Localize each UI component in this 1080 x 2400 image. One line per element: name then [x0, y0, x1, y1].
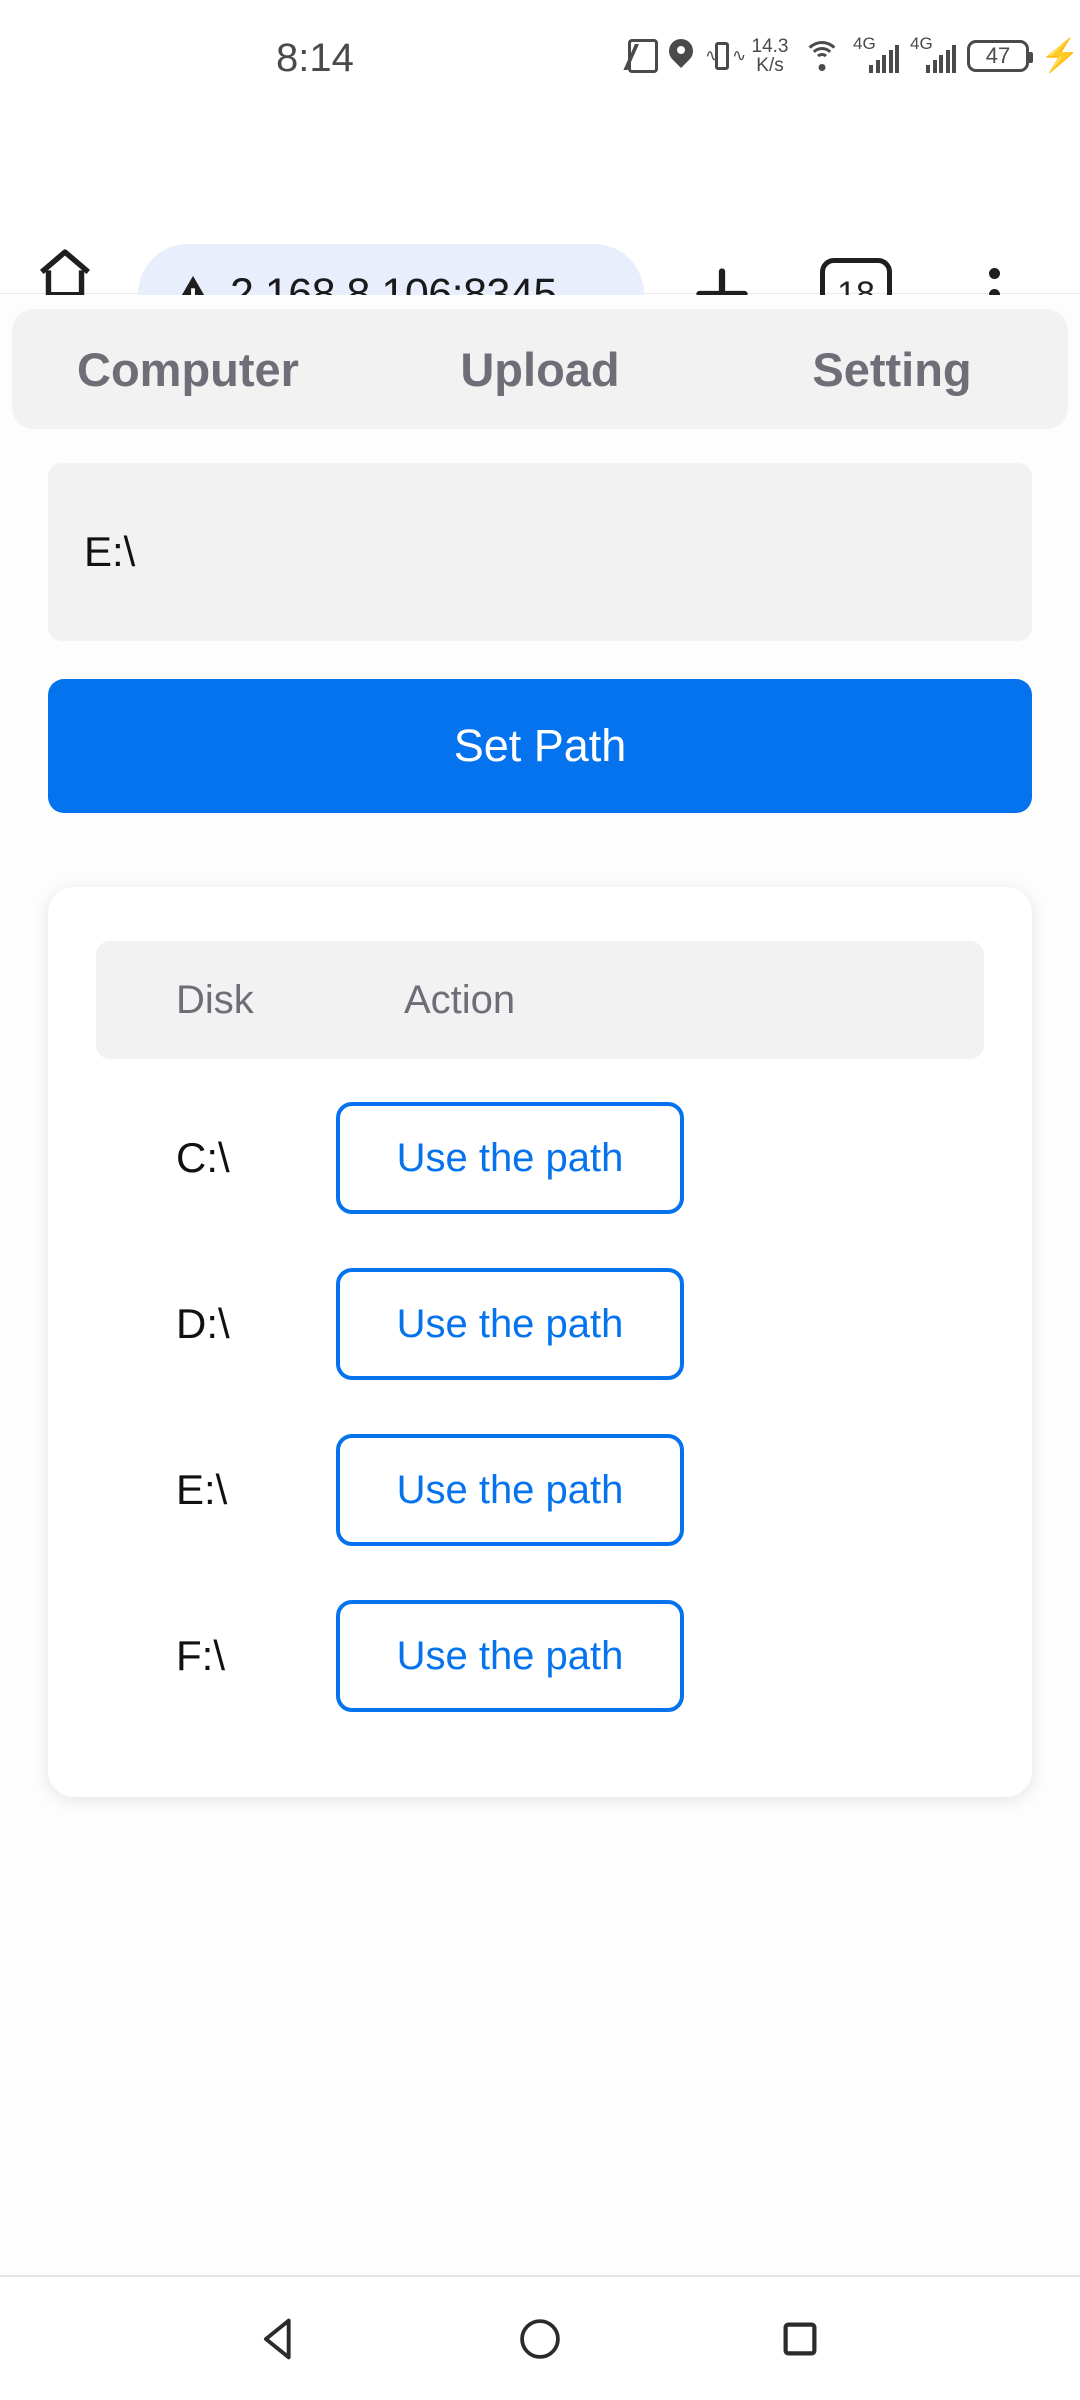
use-the-path-button[interactable]: Use the path	[336, 1434, 684, 1546]
signal-icon-sim2: 4G	[910, 35, 956, 75]
signal-icon-sim1: 4G	[853, 35, 899, 75]
charging-bolt-icon: ⚡	[1040, 37, 1080, 73]
browser-toolbar: 2.168.8.106:8345 18	[0, 100, 1080, 344]
set-path-button[interactable]: Set Path	[48, 679, 1032, 813]
column-header-action: Action	[404, 977, 516, 1022]
status-bar-icons: ∿ ∿ 14.3 K/s 4G 4G 47 ⚡	[628, 30, 1080, 82]
table-row: C:\ Use the path	[48, 1075, 1032, 1241]
disk-label: E:\	[176, 1466, 228, 1513]
wifi-icon	[802, 39, 842, 73]
table-row: F:\ Use the path	[48, 1573, 1032, 1739]
web-page-content: Computer Upload Setting E:\ Set Path Dis…	[0, 295, 1080, 2275]
recents-square-icon[interactable]	[760, 2299, 840, 2379]
back-triangle-icon[interactable]	[240, 2299, 320, 2379]
tab-setting[interactable]: Setting	[716, 342, 1068, 397]
path-input[interactable]: E:\	[48, 463, 1032, 641]
disk-list-card: Disk Action C:\ Use the path D:\ Use the…	[48, 887, 1032, 1797]
network-speed-unit: K/s	[756, 55, 784, 76]
column-header-disk: Disk	[176, 977, 254, 1022]
use-the-path-button[interactable]: Use the path	[336, 1600, 684, 1712]
use-the-path-button[interactable]: Use the path	[336, 1102, 684, 1214]
page-tab-bar: Computer Upload Setting	[12, 309, 1068, 429]
android-nav-bar	[0, 2275, 1080, 2400]
battery-icon: 47	[967, 40, 1033, 72]
disk-label: F:\	[176, 1632, 225, 1679]
network-speed-icon: 14.3 K/s	[749, 35, 791, 77]
disk-table-header: Disk Action	[96, 941, 984, 1059]
status-bar-clock: 8:14	[276, 36, 354, 80]
status-bar: 8:14 ∿ ∿ 14.3 K/s 4G 4G 47 ⚡	[0, 0, 1080, 100]
table-row: E:\ Use the path	[48, 1407, 1032, 1573]
disk-label: C:\	[176, 1134, 230, 1181]
table-row: D:\ Use the path	[48, 1241, 1032, 1407]
tab-computer[interactable]: Computer	[12, 342, 364, 397]
network-speed-value: 14.3	[751, 36, 789, 57]
use-the-path-button[interactable]: Use the path	[336, 1268, 684, 1380]
tab-upload[interactable]: Upload	[364, 342, 716, 397]
vibrate-icon: ∿ ∿	[704, 39, 746, 73]
home-circle-icon[interactable]	[500, 2299, 580, 2379]
location-icon	[669, 39, 693, 73]
nfc-icon	[628, 39, 658, 73]
phone-screen: 8:14 ∿ ∿ 14.3 K/s 4G 4G 47 ⚡ 2.168.8.106…	[0, 0, 1080, 2400]
battery-percent: 47	[985, 43, 1011, 68]
disk-label: D:\	[176, 1300, 230, 1347]
disk-table-rows: C:\ Use the path D:\ Use the path E:\ Us…	[48, 1075, 1032, 1739]
